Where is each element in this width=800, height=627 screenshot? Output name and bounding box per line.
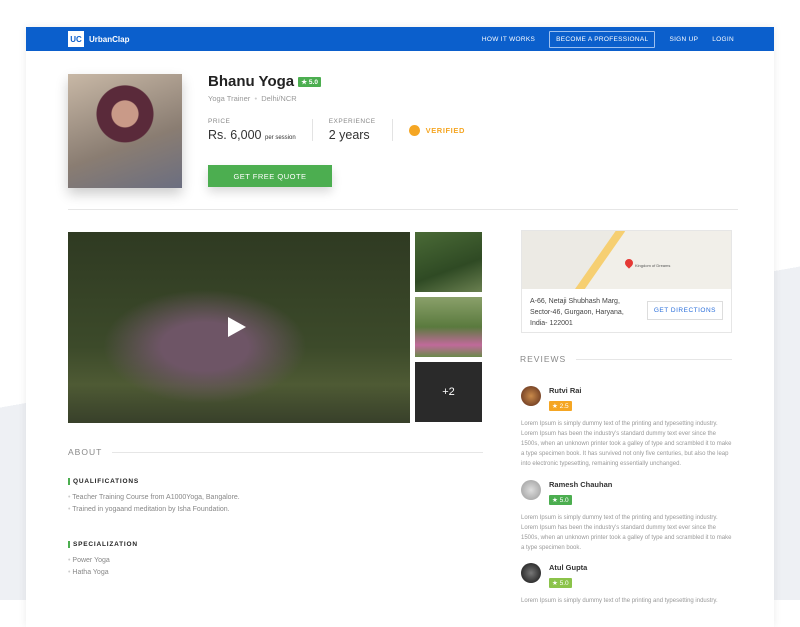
reviewer-name: Ramesh Chauhan	[549, 480, 613, 489]
qualifications-section: QUALIFICATIONS Teacher Training Course f…	[68, 478, 240, 513]
stats: PRICE Rs. 6,000 per session EXPERIENCE 2 y…	[208, 118, 465, 142]
list-item: Trained in yogaand meditation by Isha Fo…	[68, 506, 240, 513]
logo-mark: UC	[68, 31, 84, 47]
price-value: Rs. 6,000 per session	[208, 128, 296, 142]
play-icon[interactable]	[228, 317, 246, 337]
nav-login[interactable]: LOGIN	[712, 32, 734, 47]
review-text: Lorem Ipsum is simply dummy text of the …	[521, 421, 732, 467]
divider	[311, 119, 313, 141]
price-unit: per session	[265, 135, 296, 141]
name-text: Bhanu Yoga	[208, 73, 295, 90]
rating-badge: ★ 2.5	[549, 401, 572, 411]
divider	[391, 119, 393, 141]
reviews-heading: REVIEWS	[520, 354, 567, 364]
review-item: Ramesh Chauhan ★ 5.0 Lorem Ipsum is simpl…	[521, 480, 733, 553]
verified-text: VERIFIED	[425, 125, 465, 135]
rating-badge: ★ 5.0	[549, 578, 572, 588]
brand-name: UrbanClap	[89, 34, 130, 44]
experience-value: 2 years	[328, 128, 370, 142]
review-item: Rutvi Rai ★ 2.5 Lorem Ipsum is simply dum…	[521, 386, 733, 469]
nav-sign-up[interactable]: SIGN UP	[669, 32, 698, 47]
logo[interactable]: UC UrbanClap	[68, 31, 129, 47]
price: Rs. 6,000	[208, 128, 262, 142]
specialization-title: SPECIALIZATION	[68, 541, 138, 548]
list-item: Power Yoga	[68, 557, 138, 564]
nav-how-it-works[interactable]: HOW IT WORKS	[482, 32, 535, 47]
review-text: Lorem Ipsum is simply dummy text of the …	[521, 598, 718, 604]
review-text: Lorem Ipsum is simply dummy text of the …	[521, 515, 732, 551]
qualifications-title: QUALIFICATIONS	[68, 478, 240, 485]
experience-label: EXPERIENCE	[328, 118, 376, 125]
about-heading: ABOUT	[68, 447, 103, 457]
divider	[112, 451, 483, 453]
video-player[interactable]	[68, 232, 410, 423]
rating-badge: ★ 5.0	[298, 77, 321, 88]
avatar	[521, 480, 541, 500]
reviews-header: REVIEWS	[520, 354, 732, 364]
profession: Yoga Trainer	[208, 94, 251, 103]
location-card: Kingdom of Dreams A-66, Netaji Shubhash …	[521, 230, 732, 333]
map-road	[566, 231, 626, 289]
reviewer-name: Rutvi Rai	[549, 386, 582, 395]
address: A-66, Netaji Shubhash Marg, Sector-46, G…	[530, 298, 624, 327]
map-pin-icon	[623, 257, 635, 269]
gallery-thumbnail[interactable]	[415, 232, 482, 292]
list-item: Teacher Training Course from A1000Yoga, …	[68, 494, 239, 501]
about-header: ABOUT	[68, 447, 483, 457]
price-label: PRICE	[208, 118, 231, 125]
more-photos-button[interactable]: +2	[415, 362, 482, 422]
list-item: Hatha Yoga	[68, 569, 138, 576]
reviewer-name: Atul Gupta	[549, 563, 588, 572]
specialization-section: SPECIALIZATION Power Yoga Hatha Yoga	[68, 541, 138, 576]
profile-name: Bhanu Yoga ★ 5.0	[208, 73, 321, 90]
rating-badge: ★ 5.0	[549, 495, 572, 505]
divider	[68, 209, 738, 210]
get-directions-button[interactable]: GET DIRECTIONS	[646, 301, 723, 320]
verified-badge: VERIFIED	[408, 124, 465, 136]
divider	[576, 358, 732, 360]
avatar	[521, 386, 541, 406]
location: Delhi/NCR	[261, 94, 297, 103]
get-free-quote-button[interactable]: GET FREE QUOTE	[208, 165, 332, 187]
profile-card: UC UrbanClap HOW IT WORKS BECOME A PROFES…	[26, 27, 774, 627]
profile-subtitle: Yoga Trainer • Delhi/NCR	[208, 94, 297, 103]
separator: •	[254, 94, 258, 103]
map[interactable]: Kingdom of Dreams	[522, 231, 731, 289]
award-icon	[408, 124, 420, 136]
map-place-label: Kingdom of Dreams	[635, 263, 671, 268]
avatar	[521, 563, 541, 583]
navbar: UC UrbanClap HOW IT WORKS BECOME A PROFES…	[26, 27, 774, 51]
gallery-thumbnail[interactable]	[415, 297, 482, 357]
become-professional-button[interactable]: BECOME A PROFESSIONAL	[549, 31, 656, 48]
profile-photo	[68, 74, 182, 188]
